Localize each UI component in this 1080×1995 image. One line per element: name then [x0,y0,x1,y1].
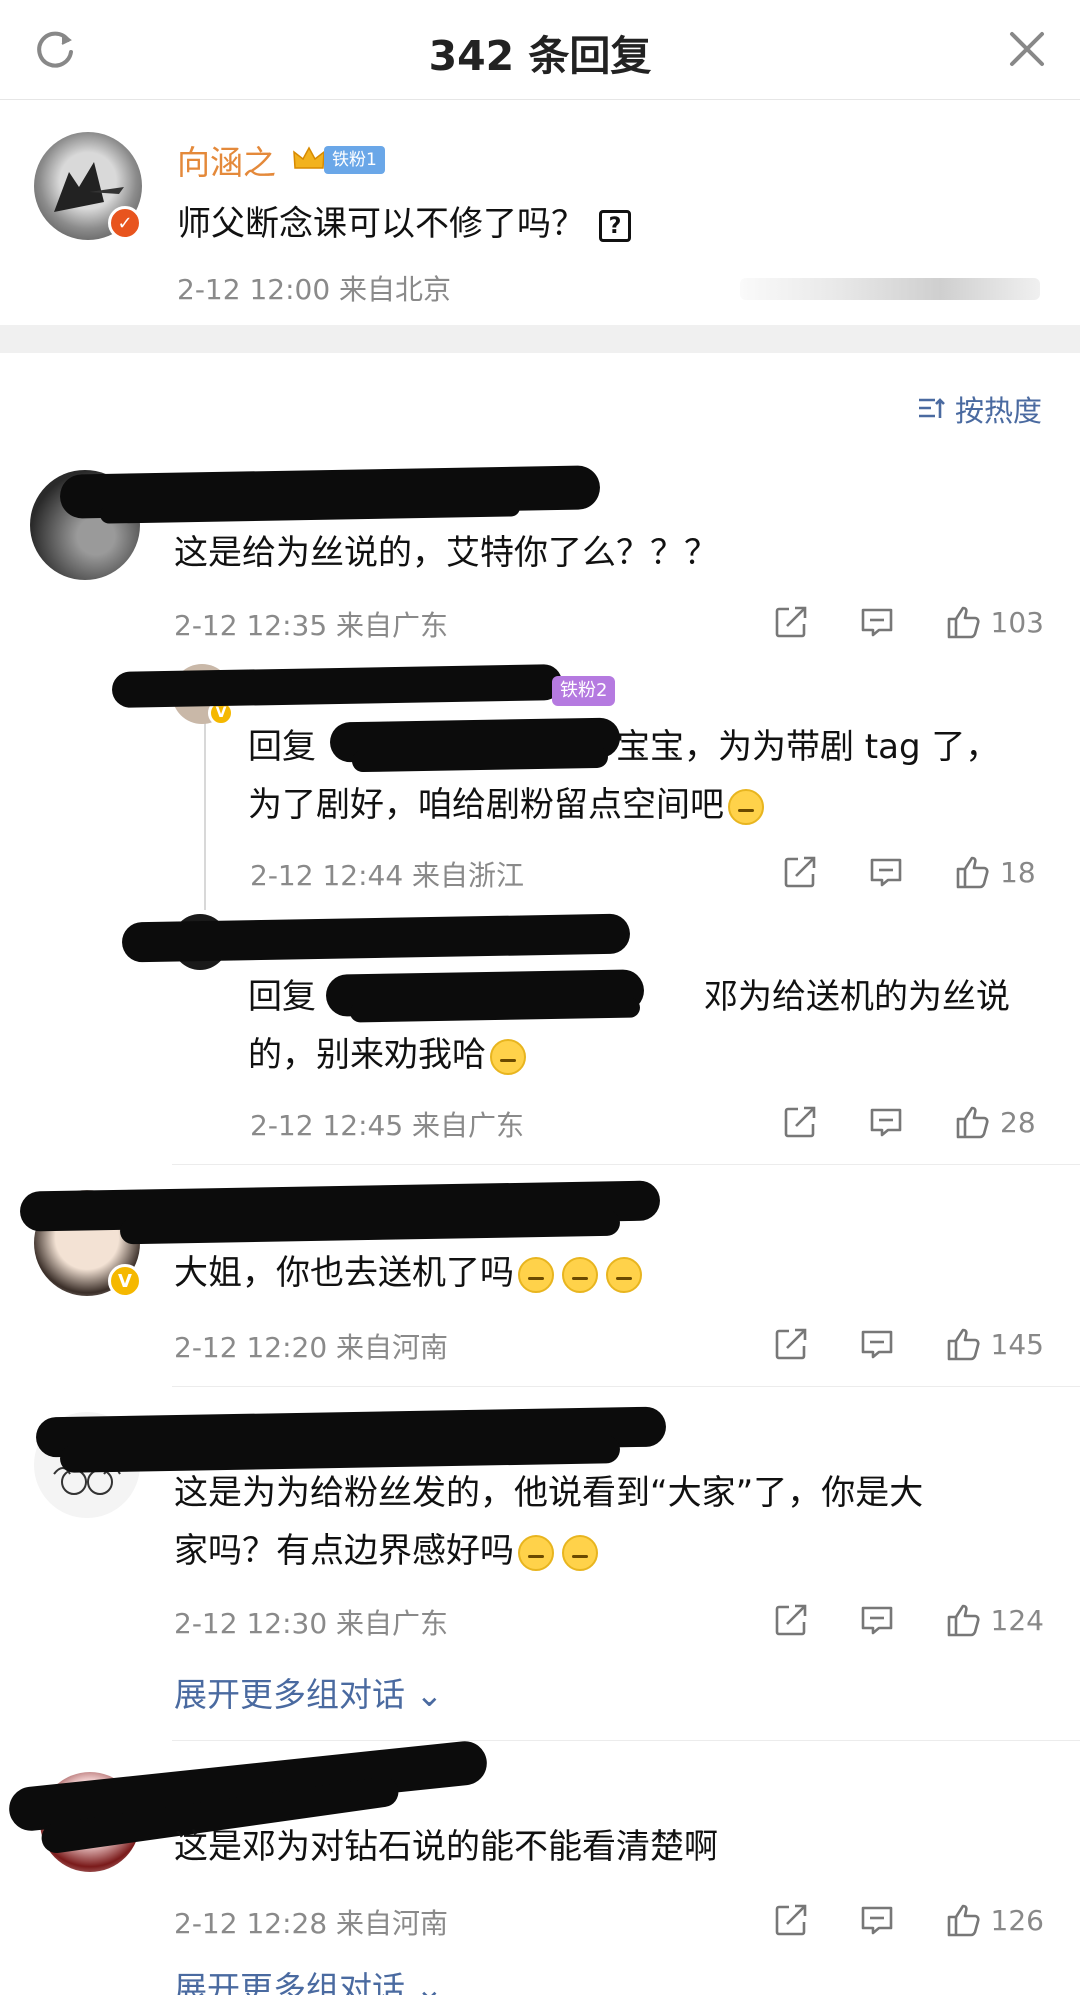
sort-label: 按热度 [954,394,1042,428]
divider [172,1740,1080,1741]
crown-icon [293,146,325,169]
comment-icon[interactable] [859,604,895,640]
share-icon[interactable] [782,1104,818,1140]
speechless-emoji-icon [562,1534,598,1571]
redacted-username [121,913,631,963]
reply-meta: 2-12 12:44 来自浙江 [250,859,525,892]
share-icon[interactable] [773,1602,809,1638]
sort-icon [918,398,945,418]
post-content: 师父断念课可以不修了吗？? [177,196,631,245]
share-icon[interactable] [782,854,818,890]
question-box-icon: ? [599,209,631,242]
like-icon[interactable] [954,854,990,890]
blurred-action-bar [740,278,1040,300]
reply-actions: 28 [782,1104,1044,1140]
comment-icon[interactable] [868,854,904,890]
comment-meta: 2-12 12:20 来自河南 [174,1331,449,1364]
original-post: ✓ 向涵之 铁粉1 师父断念课可以不修了吗？? 2-12 12:00 来自北京 [0,100,1080,325]
speechless-emoji-icon [562,1256,598,1293]
like-count: 103 [990,605,1044,639]
laugh-cry-emoji-icon [728,788,764,825]
comment-meta: 2-12 12:35 来自广东 [174,609,449,642]
speechless-emoji-icon [518,1534,554,1571]
author-name[interactable]: 向涵之 [177,136,276,184]
sort-toggle[interactable]: 按热度 [917,388,1042,430]
share-icon[interactable] [773,1902,809,1938]
smile-emoji-icon [490,1038,526,1075]
comment-actions: 145 [773,1326,1044,1362]
reply-meta: 2-12 12:45 来自广东 [250,1109,525,1142]
comment-text: 这是邓为对钻石说的能不能看清楚啊 [174,1827,718,1867]
expand-more-link[interactable]: 展开更多组对话 ⌄ [174,1668,443,1716]
like-count: 18 [1000,855,1036,889]
redacted-mention [351,745,609,773]
comment-meta: 2-12 12:28 来自河南 [174,1907,449,1940]
redacted-username [111,664,563,708]
like-icon[interactable] [954,1104,990,1140]
comment-actions: 126 [773,1902,1044,1938]
like-icon[interactable] [945,604,981,640]
comment-text: 这是为为给粉丝发的，他说看到“大家”了，你是大 家吗？有点边界感好吗 [174,1473,924,1571]
like-icon[interactable] [945,1326,981,1362]
page-title: 342 条回复 [428,32,652,80]
comment-meta: 2-12 12:30 来自广东 [174,1607,449,1640]
post-meta: 2-12 12:00 来自北京 [177,273,452,306]
like-icon[interactable] [945,1902,981,1938]
top-bar: 342 条回复 [0,0,1080,100]
comment-text: 这是给为丝说的，艾特你了么？？？ [174,533,718,573]
like-count: 145 [990,1327,1044,1361]
share-icon[interactable] [773,1326,809,1362]
fan-badge: 铁粉2 [552,676,616,706]
divider [172,1164,1080,1165]
comment-icon[interactable] [859,1902,895,1938]
comment-icon[interactable] [859,1326,895,1362]
speechless-emoji-icon [606,1256,642,1293]
share-icon[interactable] [773,604,809,640]
verified-badge-icon: V [108,1264,142,1298]
speechless-emoji-icon [518,1256,554,1293]
expand-more-link[interactable]: 展开更多组对话 ⌄ [174,1962,443,1995]
close-icon[interactable] [1006,28,1048,70]
divider [172,1386,1080,1387]
comment-icon[interactable] [859,1602,895,1638]
reply-actions: 18 [782,854,1044,890]
like-count: 126 [990,1903,1044,1937]
comment-icon[interactable] [868,1104,904,1140]
like-icon[interactable] [945,1602,981,1638]
section-divider [0,325,1080,353]
comment-text: 大姐，你也去送机了吗 [174,1244,646,1302]
verified-badge-icon: ✓ [108,206,142,240]
comment-actions: 103 [773,604,1044,640]
like-count: 124 [990,1603,1044,1637]
fan-badge: 铁粉1 [324,146,385,174]
like-count: 28 [1000,1105,1036,1139]
comment-actions: 124 [773,1602,1044,1638]
